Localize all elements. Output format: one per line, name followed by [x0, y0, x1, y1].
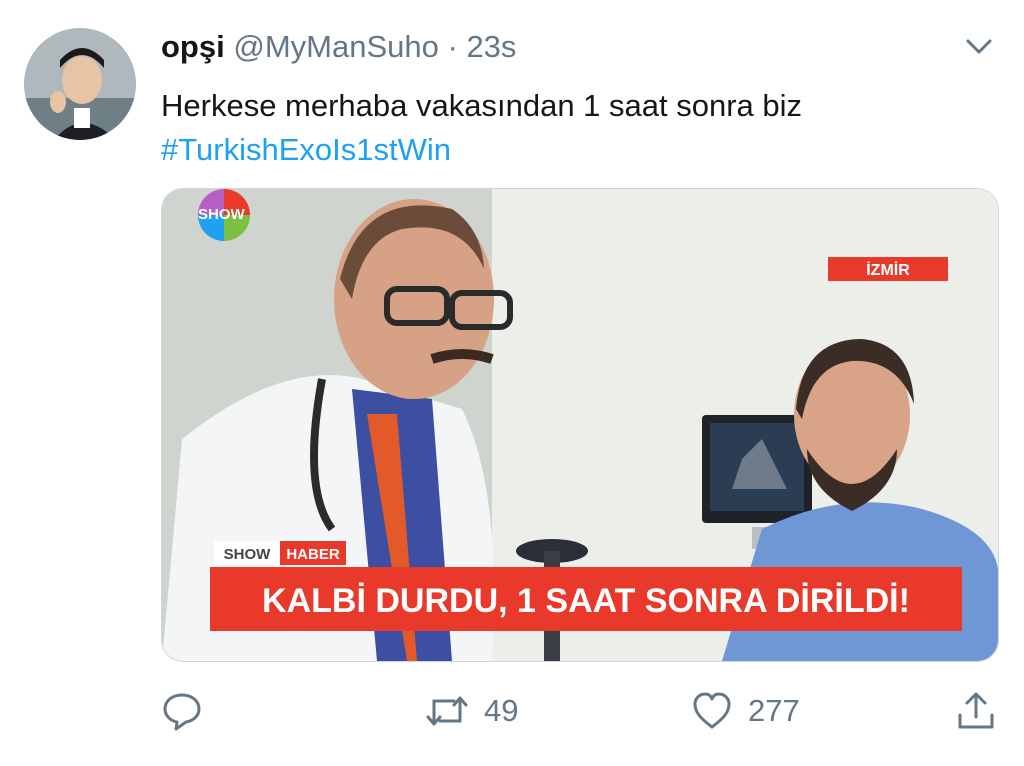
- channel-logo-text: SHOW: [198, 206, 246, 223]
- more-options-button[interactable]: [960, 30, 998, 64]
- display-name[interactable]: opşi: [161, 29, 225, 64]
- headline-banner: KALBİ DURDU, 1 SAAT SONRA DİRİLDİ!: [210, 567, 962, 631]
- heart-icon: [693, 692, 731, 729]
- hashtag-link[interactable]: #TurkishExoIs1stWin: [161, 128, 802, 172]
- share-icon: [958, 692, 994, 729]
- like-button[interactable]: 277: [690, 688, 800, 734]
- news-ticker-label: SHOW HABER: [214, 541, 346, 565]
- location-tag: İZMİR: [828, 257, 948, 281]
- ticker-show-text: SHOW: [224, 546, 272, 563]
- media-image: SHOW İZMİR SHOW HABER KALBİ DURDU, 1 SAA…: [162, 189, 998, 661]
- retweet-button[interactable]: 49: [424, 688, 518, 734]
- tweet-media[interactable]: SHOW İZMİR SHOW HABER KALBİ DURDU, 1 SAA…: [161, 188, 999, 662]
- user-handle[interactable]: @MyManSuho: [233, 29, 439, 64]
- tweet-text: Herkese merhaba vakasından 1 saat sonra …: [161, 84, 802, 172]
- tweet-text-line: Herkese merhaba vakasından 1 saat sonra …: [161, 88, 803, 123]
- retweet-icon: [426, 696, 468, 726]
- avatar-image: [24, 28, 136, 140]
- location-tag-text: İZMİR: [866, 261, 910, 279]
- channel-logo: SHOW: [198, 189, 250, 241]
- headline-text: KALBİ DURDU, 1 SAAT SONRA DİRİLDİ!: [262, 582, 910, 620]
- separator-dot: ·: [447, 29, 458, 64]
- retweet-count: 49: [484, 693, 519, 728]
- reply-icon: [163, 693, 201, 731]
- timestamp[interactable]: 23s: [466, 29, 516, 64]
- like-count: 277: [748, 693, 800, 728]
- chevron-down-icon: [966, 39, 992, 54]
- reply-button[interactable]: [160, 688, 204, 734]
- tweet-header: opşi @MyManSuho · 23s: [161, 28, 516, 66]
- ticker-haber-text: HABER: [286, 546, 340, 563]
- share-button[interactable]: [954, 688, 998, 734]
- avatar[interactable]: [24, 28, 136, 140]
